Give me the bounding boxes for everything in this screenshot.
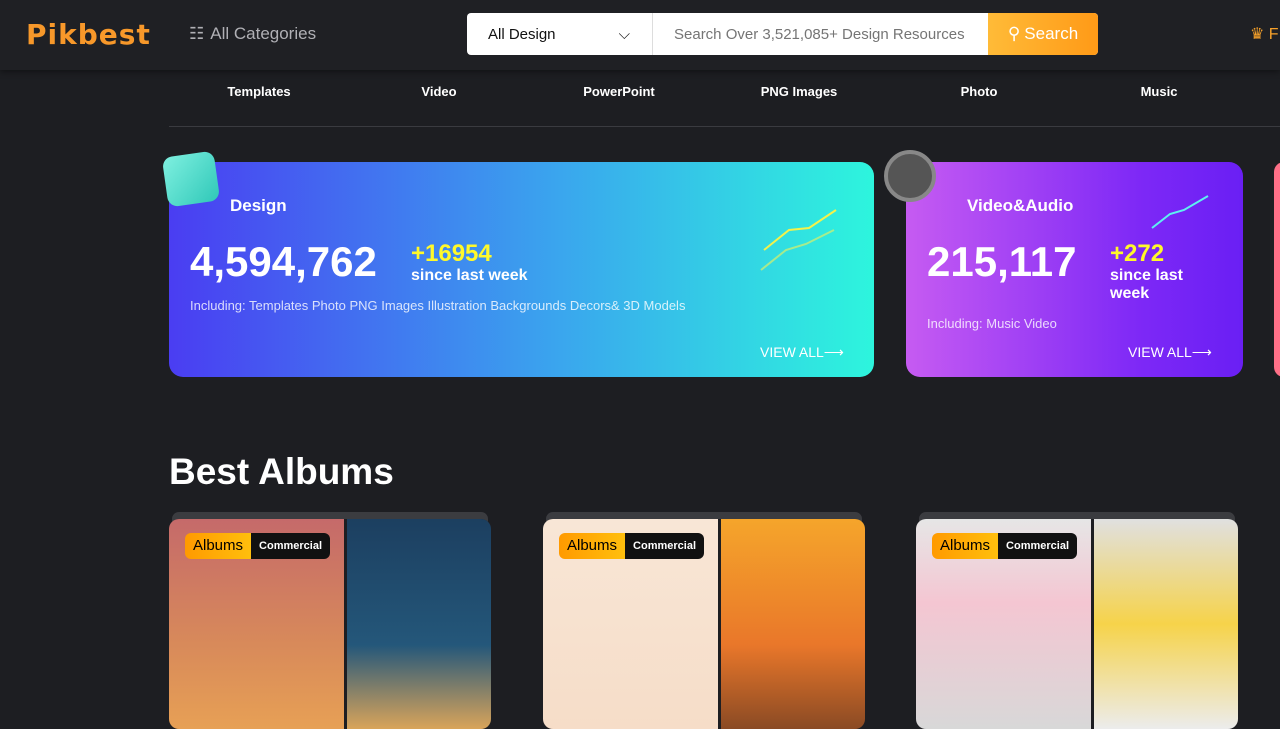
album-card[interactable]: Albums Commercial	[916, 519, 1238, 729]
mountain-image-icon	[161, 150, 221, 208]
header: Pikbest ☷ All Categories All Design ⌵ ⚲Sea…	[0, 0, 1280, 70]
search-bar: All Design ⌵ ⚲Search	[467, 13, 1098, 55]
card-title: Video&Audio	[967, 196, 1074, 215]
next-stats-card[interactable]	[1274, 162, 1280, 377]
category-powerpoint[interactable]: PowerPoint	[529, 70, 709, 126]
video-audio-stats-card[interactable]: Video&Audio 215,117 +272 since last week…	[884, 150, 1243, 377]
category-nav: Templates Video PowerPoint PNG Images Ph…	[169, 70, 1280, 127]
card-title: Design	[230, 196, 287, 215]
premium-label: F	[1268, 26, 1279, 43]
logo[interactable]: Pikbest	[26, 18, 151, 51]
grid-icon: ☷	[189, 24, 205, 43]
search-input[interactable]	[653, 13, 988, 55]
search-icon: ⚲	[1007, 24, 1021, 43]
card-since: since last week	[411, 267, 528, 284]
film-reel-icon	[884, 150, 964, 214]
album-tag: Albums Commercial	[559, 533, 705, 559]
category-video[interactable]: Video	[349, 70, 529, 126]
album-card[interactable]: Albums Commercial	[543, 519, 865, 729]
card-including: Including: Templates Photo PNG Images Il…	[190, 298, 686, 313]
premium-link[interactable]: ♛ F	[1250, 24, 1279, 44]
album-card[interactable]: Albums Commercial	[169, 519, 491, 729]
card-delta: +272	[1110, 240, 1165, 267]
crown-icon: ♛	[1250, 26, 1265, 43]
view-all-link[interactable]: VIEW ALL⟶	[1128, 344, 1212, 361]
card-including: Including: Music Video	[927, 316, 1057, 331]
commercial-badge: Commercial	[625, 533, 705, 559]
category-photo[interactable]: Photo	[889, 70, 1069, 126]
card-delta: +16954	[411, 240, 492, 267]
trend-chart-icon	[1151, 195, 1209, 229]
card-count: 4,594,762	[190, 238, 377, 285]
search-button-label: Search	[1024, 24, 1079, 43]
trend-chart-icon	[760, 209, 837, 271]
search-category-value: All Design	[488, 25, 556, 43]
section-title: Best Albums	[169, 451, 394, 492]
all-categories-button[interactable]: ☷ All Categories	[189, 24, 316, 44]
commercial-badge: Commercial	[998, 533, 1078, 559]
card-since: since last week	[1110, 267, 1183, 302]
view-all-link[interactable]: VIEW ALL⟶	[760, 344, 844, 361]
category-templates[interactable]: Templates	[169, 70, 349, 126]
search-category-select[interactable]: All Design ⌵	[467, 13, 653, 55]
search-button[interactable]: ⚲ Search	[988, 13, 1098, 55]
album-tag: Albums Commercial	[932, 533, 1078, 559]
albums-badge: Albums	[559, 533, 626, 559]
category-music[interactable]: Music	[1069, 70, 1249, 126]
albums-badge: Albums	[185, 533, 252, 559]
all-categories-label: All Categories	[210, 24, 317, 43]
category-png-images[interactable]: PNG Images	[709, 70, 889, 126]
card-count: 215,117	[927, 238, 1077, 285]
chevron-down-icon: ⌵	[618, 25, 630, 43]
commercial-badge: Commercial	[251, 533, 331, 559]
album-tag: Albums Commercial	[185, 533, 331, 559]
albums-badge: Albums	[932, 533, 999, 559]
design-stats-card[interactable]: Design 4,594,762 +16954 since last week …	[161, 150, 874, 377]
